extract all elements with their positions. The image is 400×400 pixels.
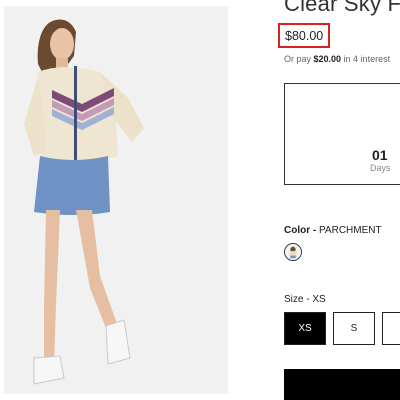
model-photo xyxy=(24,19,144,385)
size-option-xs[interactable]: XS xyxy=(284,312,326,345)
color-swatch-parchment[interactable] xyxy=(284,243,302,261)
installment-amount: $20.00 xyxy=(313,54,342,64)
color-label: Color - PARCHMENT xyxy=(284,225,382,236)
countdown-days-label: Days xyxy=(370,163,391,173)
size-label: Size - XS xyxy=(284,294,326,305)
installment-suffix: in 4 interest xyxy=(341,54,391,64)
countdown-days-number: 01 xyxy=(372,147,388,163)
add-to-cart-button[interactable] xyxy=(284,369,400,400)
product-title: Clear Sky Fu xyxy=(284,0,400,16)
size-option-s[interactable]: S xyxy=(333,312,375,345)
installment-info: Or pay $20.00 in 4 interest xyxy=(284,54,390,64)
swatch-thumbnail-icon xyxy=(285,244,301,260)
product-image[interactable] xyxy=(4,6,228,394)
installment-prefix: Or pay xyxy=(284,54,314,64)
color-value: PARCHMENT xyxy=(319,225,382,236)
product-price: $80.00 xyxy=(285,29,324,43)
color-label-prefix: Color - xyxy=(284,225,317,236)
size-option-more[interactable] xyxy=(382,312,400,345)
